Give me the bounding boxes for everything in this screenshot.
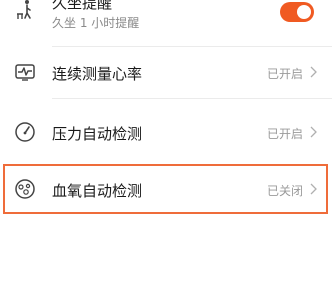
sedentary-toggle[interactable] (280, 2, 314, 22)
chevron-right-icon (310, 126, 317, 138)
heart-rate-status: 已开启 (266, 67, 303, 81)
highlight-box (3, 164, 328, 214)
sedentary-title: 久坐提醒 (52, 0, 113, 12)
setting-row-heart-rate[interactable]: 连续测量心率 已开启 (0, 47, 332, 97)
gauge-icon (14, 121, 36, 143)
heart-rate-title: 连续测量心率 (52, 65, 143, 83)
heart-rate-monitor-icon (14, 61, 36, 83)
sedentary-person-icon (14, 0, 36, 22)
stress-status: 已开启 (266, 127, 303, 141)
chevron-right-icon (310, 66, 317, 78)
setting-row-sedentary[interactable]: 久坐提醒 久坐 1 小时提醒 (0, 0, 332, 48)
setting-row-stress[interactable]: 压力自动检测 已开启 (0, 99, 332, 163)
stress-title: 压力自动检测 (52, 125, 143, 143)
sedentary-subtitle: 久坐 1 小时提醒 (52, 16, 140, 30)
toggle-knob (297, 5, 311, 19)
